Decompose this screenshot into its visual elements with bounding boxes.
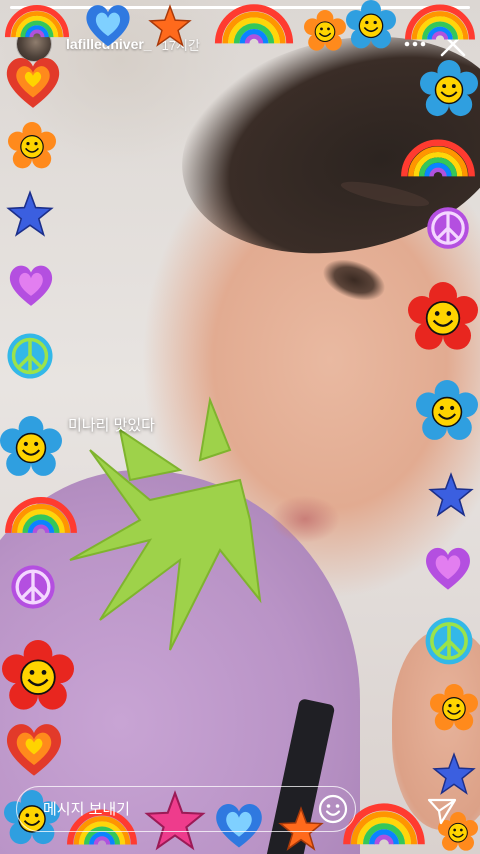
rainbow-sticker <box>4 2 70 42</box>
smiley-flower-sticker <box>2 640 74 712</box>
story-caption: 미나리 맛있다 <box>68 417 155 434</box>
send-icon <box>427 798 457 825</box>
star-sticker <box>148 4 192 48</box>
rainbow-sticker <box>4 494 78 538</box>
peace-sticker <box>422 614 476 668</box>
smiley-flower-sticker <box>0 416 62 478</box>
star-sticker <box>428 472 474 518</box>
heart-sticker <box>2 54 64 110</box>
smiley-flower-sticker <box>430 684 478 732</box>
star-sticker <box>6 190 54 238</box>
photo-eye <box>317 252 391 308</box>
smiley-flower-sticker <box>304 10 346 52</box>
heart-sticker <box>6 262 56 308</box>
peace-sticker <box>424 204 472 252</box>
message-input[interactable] <box>17 787 355 831</box>
rainbow-sticker <box>212 2 296 48</box>
rainbow-sticker <box>400 136 476 182</box>
peace-sticker <box>4 330 56 382</box>
emoji-icon <box>318 794 348 824</box>
reply-bar <box>16 786 356 832</box>
story-viewer[interactable]: lafilledhiver_ 17시간 미나리 맛있다 <box>0 0 480 854</box>
smiley-flower-sticker <box>416 380 478 442</box>
heart-sticker <box>82 2 134 48</box>
heart-sticker <box>2 720 66 778</box>
rainbow-sticker <box>404 2 476 44</box>
peace-sticker <box>8 562 58 612</box>
smiley-flower-sticker <box>420 60 478 118</box>
smiley-flower-sticker <box>8 122 56 170</box>
smiley-flower-sticker <box>346 0 396 50</box>
heart-sticker <box>422 544 474 592</box>
emoji-button[interactable] <box>317 793 349 825</box>
star-sticker <box>432 752 476 796</box>
send-button[interactable] <box>426 795 458 827</box>
smiley-flower-sticker <box>408 282 478 352</box>
